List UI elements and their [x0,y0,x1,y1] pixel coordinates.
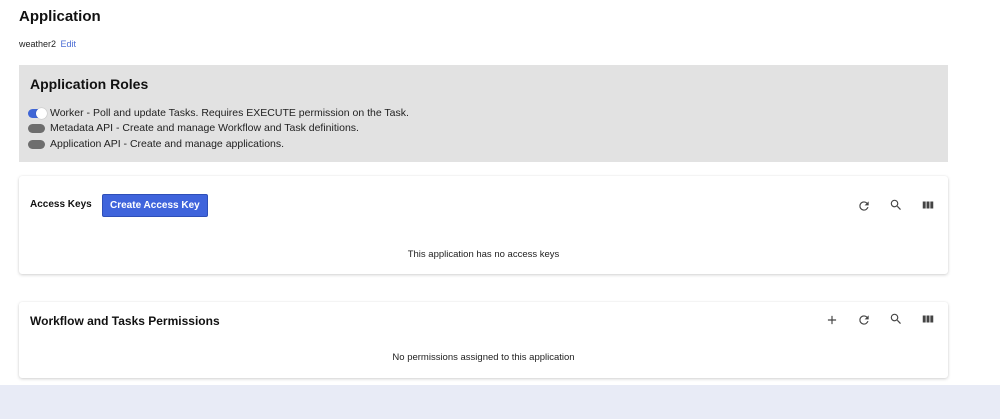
create-access-key-button[interactable]: Create Access Key [102,194,208,217]
permissions-empty-message: No permissions assigned to this applicat… [392,352,575,363]
metadata-api-role-toggle[interactable] [28,123,45,133]
refresh-icon[interactable] [857,313,871,327]
search-icon[interactable] [889,312,903,326]
access-keys-card: Access Keys Create Access Key This appli… [19,176,948,274]
role-metadata-api: Metadata API - Create and manage Workflo… [28,121,359,135]
roles-panel: Application Roles Worker - Poll and upda… [19,65,948,162]
permissions-title: Workflow and Tasks Permissions [30,314,220,328]
permissions-card: Workflow and Tasks Permissions No permis… [19,302,948,378]
refresh-icon[interactable] [857,199,871,213]
role-label: Application API - Create and manage appl… [50,138,285,150]
columns-icon[interactable] [921,198,935,212]
application-api-role-toggle[interactable] [28,139,45,149]
role-label: Metadata API - Create and manage Workflo… [50,122,359,134]
application-page: Application weather2 Edit Application Ro… [0,0,1000,385]
role-application-api: Application API - Create and manage appl… [28,137,284,151]
search-icon[interactable] [889,198,903,212]
app-name-row: weather2 Edit [19,39,76,49]
access-keys-title: Access Keys [30,199,92,210]
toggle-knob [36,107,47,119]
worker-role-toggle[interactable] [28,107,47,119]
access-keys-empty-message: This application has no access keys [407,249,560,260]
roles-title: Application Roles [30,76,149,92]
role-label: Worker - Poll and update Tasks. Requires… [50,107,409,119]
app-name: weather2 [19,39,57,49]
page-title: Application [19,8,101,25]
role-worker: Worker - Poll and update Tasks. Requires… [28,106,409,120]
footer-band [0,385,1000,419]
columns-icon[interactable] [921,312,935,326]
add-icon[interactable] [825,313,839,327]
edit-link[interactable]: Edit [61,39,77,49]
